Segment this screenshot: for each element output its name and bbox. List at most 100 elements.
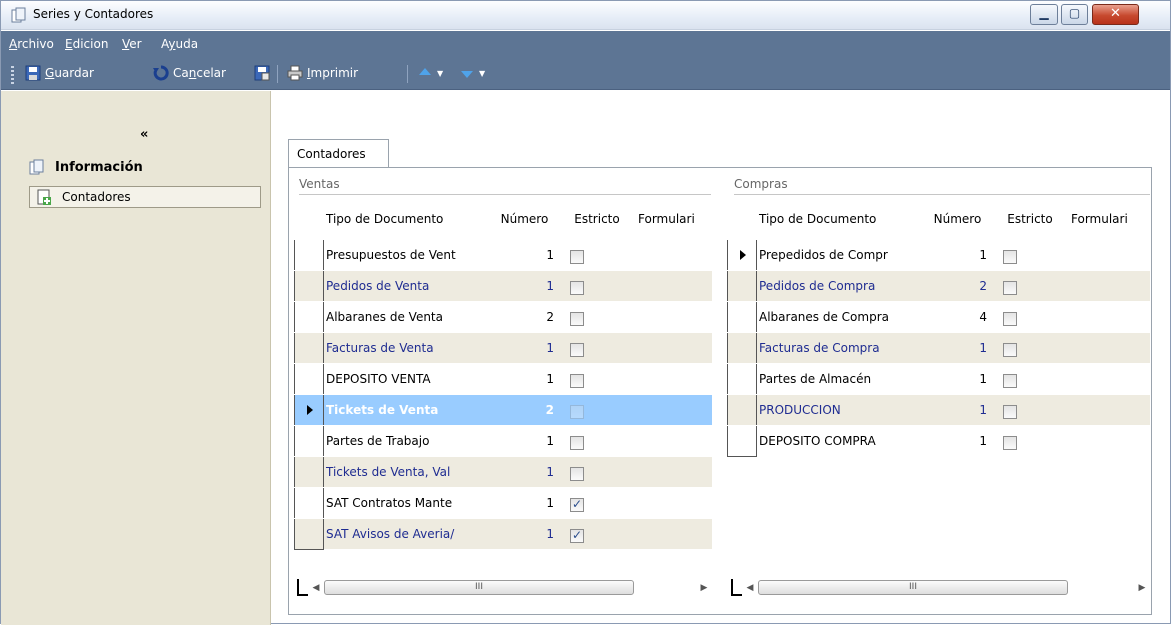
row-selector[interactable] bbox=[727, 240, 757, 271]
estricto-checkbox[interactable] bbox=[570, 343, 584, 357]
row-selector[interactable] bbox=[294, 364, 324, 395]
toolbar-grip[interactable] bbox=[11, 66, 14, 84]
estricto-checkbox[interactable] bbox=[570, 528, 584, 543]
cell-numero[interactable]: 2 bbox=[920, 271, 995, 301]
cell-tipo[interactable]: Tickets de Venta, Val bbox=[324, 457, 487, 487]
cell-tipo[interactable]: Pedidos de Compra bbox=[757, 271, 920, 301]
estricto-checkbox[interactable] bbox=[570, 281, 584, 295]
row-selector[interactable] bbox=[727, 364, 757, 395]
cell-tipo[interactable]: SAT Avisos de Averia/ bbox=[324, 519, 487, 549]
row-selector[interactable] bbox=[294, 426, 324, 457]
menu-ayuda[interactable]: Ayuda bbox=[161, 37, 198, 51]
table-row[interactable]: PRODUCCION 1 bbox=[727, 394, 1150, 426]
estricto-checkbox[interactable] bbox=[570, 250, 584, 264]
table-row[interactable]: Pedidos de Compra 2 bbox=[727, 270, 1150, 302]
row-selector[interactable] bbox=[727, 426, 757, 457]
cell-formulario[interactable] bbox=[1065, 271, 1150, 301]
estricto-checkbox[interactable] bbox=[570, 497, 584, 512]
estricto-checkbox[interactable] bbox=[570, 405, 584, 419]
row-selector[interactable] bbox=[294, 333, 324, 364]
column-header-estricto[interactable]: Estricto bbox=[995, 201, 1065, 239]
cell-formulario[interactable] bbox=[632, 271, 712, 301]
cell-numero[interactable]: 1 bbox=[487, 240, 562, 270]
cell-numero[interactable]: 1 bbox=[487, 519, 562, 549]
nav-up-dropdown[interactable]: ▼ bbox=[417, 65, 443, 81]
scroll-left-button[interactable]: ◀ bbox=[308, 583, 324, 593]
cell-tipo[interactable]: Albaranes de Venta bbox=[324, 302, 487, 332]
row-selector[interactable] bbox=[294, 519, 324, 550]
estricto-checkbox[interactable] bbox=[570, 312, 584, 326]
close-button[interactable]: ✕ bbox=[1092, 4, 1139, 25]
row-selector[interactable] bbox=[294, 240, 324, 271]
estricto-checkbox[interactable] bbox=[570, 374, 584, 388]
cell-numero[interactable]: 1 bbox=[920, 333, 995, 363]
cell-numero[interactable]: 1 bbox=[487, 364, 562, 394]
cell-tipo[interactable]: DEPOSITO VENTA bbox=[324, 364, 487, 394]
cell-tipo[interactable]: Partes de Trabajo bbox=[324, 426, 487, 456]
estricto-checkbox[interactable] bbox=[1003, 436, 1017, 450]
table-row[interactable]: Presupuestos de Vent 1 bbox=[294, 239, 712, 271]
row-selector[interactable] bbox=[727, 333, 757, 364]
cell-formulario[interactable] bbox=[632, 426, 712, 456]
column-header-numero[interactable]: Número bbox=[920, 201, 995, 239]
estricto-checkbox[interactable] bbox=[1003, 374, 1017, 388]
tab-contadores[interactable]: Contadores bbox=[288, 139, 389, 168]
cell-tipo[interactable]: Tickets de Venta bbox=[324, 395, 487, 425]
menu-ver[interactable]: Ver bbox=[122, 37, 142, 51]
table-row[interactable]: SAT Contratos Mante 1 bbox=[294, 487, 712, 519]
cell-numero[interactable]: 1 bbox=[920, 240, 995, 270]
row-selector[interactable] bbox=[294, 302, 324, 333]
cell-formulario[interactable] bbox=[632, 457, 712, 487]
estricto-checkbox[interactable] bbox=[1003, 250, 1017, 264]
row-selector[interactable] bbox=[727, 302, 757, 333]
table-row[interactable]: DEPOSITO COMPRA 1 bbox=[727, 425, 1150, 457]
cell-formulario[interactable] bbox=[1065, 395, 1150, 425]
row-selector[interactable] bbox=[727, 271, 757, 302]
table-row[interactable]: Tickets de Venta, Val 1 bbox=[294, 456, 712, 488]
cell-numero[interactable]: 1 bbox=[487, 488, 562, 518]
minimize-button[interactable]: ▁ bbox=[1030, 4, 1058, 25]
cell-formulario[interactable] bbox=[632, 240, 712, 270]
scroll-right-button[interactable]: ▶ bbox=[696, 583, 712, 593]
compras-horizontal-scrollbar[interactable]: ◀ III ▶ bbox=[731, 579, 1150, 596]
table-row[interactable]: Facturas de Compra 1 bbox=[727, 332, 1150, 364]
row-selector[interactable] bbox=[294, 457, 324, 488]
estricto-checkbox[interactable] bbox=[570, 467, 584, 481]
print-button[interactable]: Imprimir bbox=[287, 65, 358, 81]
cell-tipo[interactable]: Partes de Almacén bbox=[757, 364, 920, 394]
estricto-checkbox[interactable] bbox=[1003, 405, 1017, 419]
scroll-thumb[interactable]: III bbox=[324, 580, 634, 595]
table-row[interactable]: Tickets de Venta 2 bbox=[294, 394, 712, 426]
cell-formulario[interactable] bbox=[1065, 364, 1150, 394]
column-header-numero[interactable]: Número bbox=[487, 201, 562, 239]
cell-formulario[interactable] bbox=[1065, 302, 1150, 332]
table-row[interactable]: Facturas de Venta 1 bbox=[294, 332, 712, 364]
cell-tipo[interactable]: DEPOSITO COMPRA bbox=[757, 426, 920, 456]
cell-formulario[interactable] bbox=[632, 333, 712, 363]
table-row[interactable]: SAT Avisos de Averia/1 bbox=[294, 518, 712, 550]
table-row[interactable]: DEPOSITO VENTA 1 bbox=[294, 363, 712, 395]
save-close-button[interactable] bbox=[254, 65, 270, 81]
nav-down-dropdown[interactable]: ▼ bbox=[459, 65, 485, 81]
table-row[interactable]: Prepedidos de Compr 1 bbox=[727, 239, 1150, 271]
table-row[interactable]: Albaranes de Venta 2 bbox=[294, 301, 712, 333]
cell-numero[interactable]: 1 bbox=[487, 271, 562, 301]
estricto-checkbox[interactable] bbox=[1003, 312, 1017, 326]
cell-numero[interactable]: 1 bbox=[487, 333, 562, 363]
column-header-formulario[interactable]: Formulari bbox=[1065, 201, 1150, 239]
scroll-thumb[interactable]: III bbox=[758, 580, 1068, 595]
row-selector[interactable] bbox=[727, 395, 757, 426]
cell-formulario[interactable] bbox=[1065, 333, 1150, 363]
column-header-tipo[interactable]: Tipo de Documento bbox=[324, 201, 487, 239]
cell-formulario[interactable] bbox=[1065, 240, 1150, 270]
cell-formulario[interactable] bbox=[632, 364, 712, 394]
cell-numero[interactable]: 2 bbox=[487, 395, 562, 425]
table-row[interactable]: Partes de Almacén 1 bbox=[727, 363, 1150, 395]
cell-formulario[interactable] bbox=[632, 302, 712, 332]
row-selector[interactable] bbox=[294, 271, 324, 302]
table-row[interactable]: Pedidos de Venta 1 bbox=[294, 270, 712, 302]
collapse-sidebar-button[interactable]: « bbox=[140, 127, 148, 142]
column-header-formulario[interactable]: Formulari bbox=[632, 201, 712, 239]
cell-formulario[interactable] bbox=[632, 488, 712, 518]
cell-numero[interactable]: 1 bbox=[920, 395, 995, 425]
